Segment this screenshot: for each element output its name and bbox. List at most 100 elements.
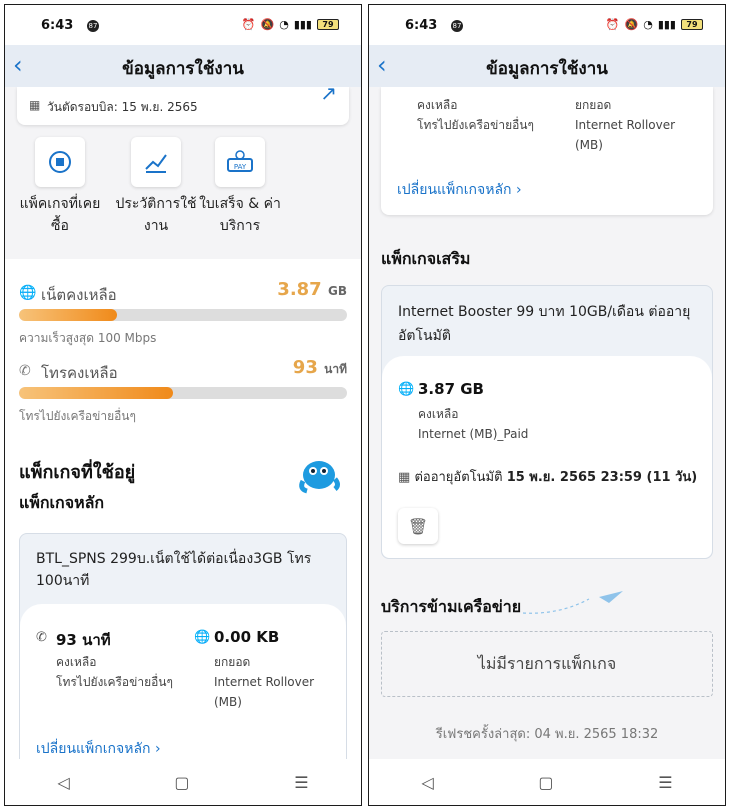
scroll-content[interactable]: คงเหลือ โทรไปยังเครือข่ายอื่นๆ ยกยอด Inter…	[369, 87, 725, 759]
change-main-package-link[interactable]: เปลี่ยนแพ็กเกจหลัก ›	[397, 179, 522, 201]
app-bar: ‹ ข้อมูลการใช้งาน	[369, 45, 725, 87]
net-speed-note: ความเร็วสูงสุด 100 Mbps	[19, 331, 157, 345]
svg-text:PAY: PAY	[234, 163, 247, 171]
chart-icon	[131, 137, 181, 187]
change-main-package-link[interactable]: เปลี่ยนแพ็กเกจหลัก ›	[36, 738, 161, 759]
main-package-name: BTL_SPNS 299บ.เน็ตใช้ได้ต่อเนื่อง3GB โทร…	[36, 551, 312, 589]
main-data-sub3: (MB)	[575, 138, 603, 152]
signal-icon: ▮▮▮	[293, 18, 312, 31]
call-progress-fill	[19, 387, 174, 399]
shortcut-receipts[interactable]: PAY ใบเสร็จ & ค่าบริการ	[195, 137, 285, 237]
battery-icon: 79	[317, 19, 339, 30]
alarm-icon: ⏰	[605, 18, 620, 31]
call-network-note: โทรไปยังเครือข่ายอื่นๆ	[19, 409, 136, 423]
net-amount-unit: GB	[328, 284, 347, 298]
auto-renew-date: 15 พ.ย. 2565 23:59 (11 วัน)	[506, 470, 698, 485]
nav-back-icon[interactable]: ◁	[421, 773, 433, 792]
packages-section: แพ็กเกจที่ใช้อยู่ แพ็กเกจหลัก BTL_SPNS 2…	[5, 439, 361, 759]
main-data-value: 0.00 KB	[214, 628, 280, 646]
system-nav-bar: ◁ ▢ ☰	[5, 759, 361, 805]
chevron-right-icon: ›	[154, 741, 161, 757]
main-call-sub: คงเหลือโทรไปยังเครือข่ายอื่นๆ	[56, 652, 173, 692]
status-icons: ⏰ 🔕 ◔ ▮▮▮ 79	[606, 18, 703, 31]
addon-package-title: แพ็กเกจเสริม	[381, 249, 471, 268]
net-remaining-label: เน็ตคงเหลือ	[41, 286, 117, 304]
addon-data-sub2: Internet (MB)_Paid	[418, 427, 529, 441]
main-data-sub: ยกยอด Internet Rollover (MB)	[214, 652, 314, 712]
shortcut-label: ประวัติการใช้งาน	[115, 196, 197, 234]
system-nav-bar: ◁ ▢ ☰	[369, 759, 725, 805]
main-call-sub2: โทรไปยังเครือข่ายอื่นๆ	[56, 675, 173, 689]
chevron-right-icon[interactable]: ↗	[320, 87, 337, 105]
package-icon	[35, 137, 85, 187]
globe-icon: 🌐	[194, 630, 211, 645]
status-icons: ⏰ 🔕 ◔ ▮▮▮ 79	[242, 18, 339, 31]
main-call-sub: คงเหลือโทรไปยังเครือข่ายอื่นๆ	[417, 95, 534, 135]
app-bar: ‹ ข้อมูลการใช้งาน	[5, 45, 361, 87]
main-data-sub1: ยกยอด	[214, 655, 251, 669]
addon-package-name: Internet Booster 99 บาท 10GB/เดือน ต่ออา…	[398, 304, 691, 344]
status-bar: 6:43 87 ⏰ 🔕 ◔ ▮▮▮ 79	[5, 5, 361, 45]
nav-home-icon[interactable]: ▢	[174, 773, 189, 792]
net-progress-fill	[19, 309, 118, 321]
auto-renew-label: ต่ออายุอัตโนมัติ	[414, 470, 503, 485]
delete-addon-button[interactable]: 🗑	[398, 508, 438, 544]
call-amount-value: 93	[292, 357, 318, 378]
main-package-title: แพ็กเกจหลัก	[19, 493, 105, 512]
bill-cycle-card[interactable]: ▦ วันตัดรอบบิล: 15 พ.ย. 2565 ↗	[17, 87, 349, 125]
call-remaining-amount: 93 นาที	[293, 357, 347, 379]
nav-home-icon[interactable]: ▢	[538, 773, 553, 792]
change-main-package-label: เปลี่ยนแพ็กเกจหลัก	[397, 182, 512, 198]
main-call-sub1: คงเหลือ	[56, 655, 97, 669]
nav-back-icon[interactable]: ◁	[57, 773, 69, 792]
addon-data-sub: คงเหลือ Internet (MB)_Paid	[418, 404, 528, 444]
main-data-sub3: (MB)	[214, 695, 242, 709]
main-data-sub2: Internet Rollover	[214, 675, 315, 689]
status-time: 6:43	[41, 18, 74, 33]
net-amount-value: 3.87	[277, 279, 322, 300]
globe-icon: 🌐	[19, 285, 37, 301]
pay-icon: PAY	[215, 137, 265, 187]
page-title: ข้อมูลการใช้งาน	[122, 59, 244, 79]
net-remaining-amount: 3.87 GB	[277, 279, 347, 300]
roaming-empty-state: ไม่มีรายการแพ็กเกจ	[381, 631, 713, 697]
main-call-sub2: โทรไปยังเครือข่ายอื่นๆ	[417, 118, 534, 132]
mascot-icon	[299, 461, 340, 494]
main-package-card: BTL_SPNS 299บ.เน็ตใช้ได้ต่อเนื่อง3GB โทร…	[19, 533, 347, 759]
auto-renew-row: ▦ ต่ออายุอัตโนมัติ 15 พ.ย. 2565 23:59 (1…	[398, 466, 697, 487]
addon-data-sub1: คงเหลือ	[418, 407, 459, 421]
main-data-sub2: Internet Rollover	[575, 118, 676, 132]
shortcut-row: แพ็คเกจที่เคยซื้อ ประวัติการใช้งาน PAY ใ…	[5, 137, 361, 255]
packages-in-use-title: แพ็กเกจที่ใช้อยู่	[19, 462, 136, 483]
wifi-icon: ◔	[279, 18, 289, 31]
notification-count-badge: 87	[87, 20, 99, 32]
main-data-sub: ยกยอด Internet Rollover (MB)	[575, 95, 675, 155]
trash-icon: 🗑	[407, 516, 429, 536]
call-remaining-row: ✆ โทรคงเหลือ 93 นาที โทรไปยังเครือข่ายอื…	[19, 357, 347, 431]
phone-icon: ✆	[36, 630, 47, 645]
addon-package-details: 🌐 3.87 GB คงเหลือ Internet (MB)_Paid ▦ ต่…	[382, 356, 712, 558]
wifi-icon: ◔	[643, 18, 653, 31]
shortcut-purchased-packages[interactable]: แพ็คเกจที่เคยซื้อ	[15, 137, 105, 237]
calendar-icon: ▦	[398, 470, 411, 485]
phone-screen-left: 6:43 87 ⏰ 🔕 ◔ ▮▮▮ 79 ‹ ข้อมูลการใช้งาน ▦…	[4, 4, 362, 806]
net-progress-bar	[19, 309, 347, 321]
scroll-content[interactable]: ▦ วันตัดรอบบิล: 15 พ.ย. 2565 ↗ แพ็คเกจที…	[5, 87, 361, 759]
usage-summary: 🌐 เน็ตคงเหลือ 3.87 GB ความเร็วสูงสุด 100…	[5, 259, 361, 439]
bill-cycle-text: วันตัดรอบบิล: 15 พ.ย. 2565	[47, 100, 198, 114]
addon-data-value: 3.87 GB	[418, 380, 484, 398]
roaming-empty-text: ไม่มีรายการแพ็กเกจ	[477, 653, 617, 673]
main-call-sub1: คงเหลือ	[417, 98, 458, 112]
addon-package-card: Internet Booster 99 บาท 10GB/เดือน ต่ออา…	[381, 285, 713, 559]
shortcut-usage-history[interactable]: ประวัติการใช้งาน	[111, 137, 201, 237]
nav-menu-icon[interactable]: ☰	[658, 773, 672, 792]
page-title: ข้อมูลการใช้งาน	[486, 59, 608, 79]
shortcut-label: แพ็คเกจที่เคยซื้อ	[19, 196, 101, 234]
alarm-icon: ⏰	[241, 18, 256, 31]
mute-icon: 🔕	[260, 18, 275, 31]
signal-icon: ▮▮▮	[657, 18, 676, 31]
shortcut-label: ใบเสร็จ & ค่าบริการ	[199, 196, 281, 234]
nav-menu-icon[interactable]: ☰	[294, 773, 308, 792]
call-remaining-label: โทรคงเหลือ	[41, 364, 118, 382]
change-main-package-label: เปลี่ยนแพ็กเกจหลัก	[36, 741, 151, 757]
